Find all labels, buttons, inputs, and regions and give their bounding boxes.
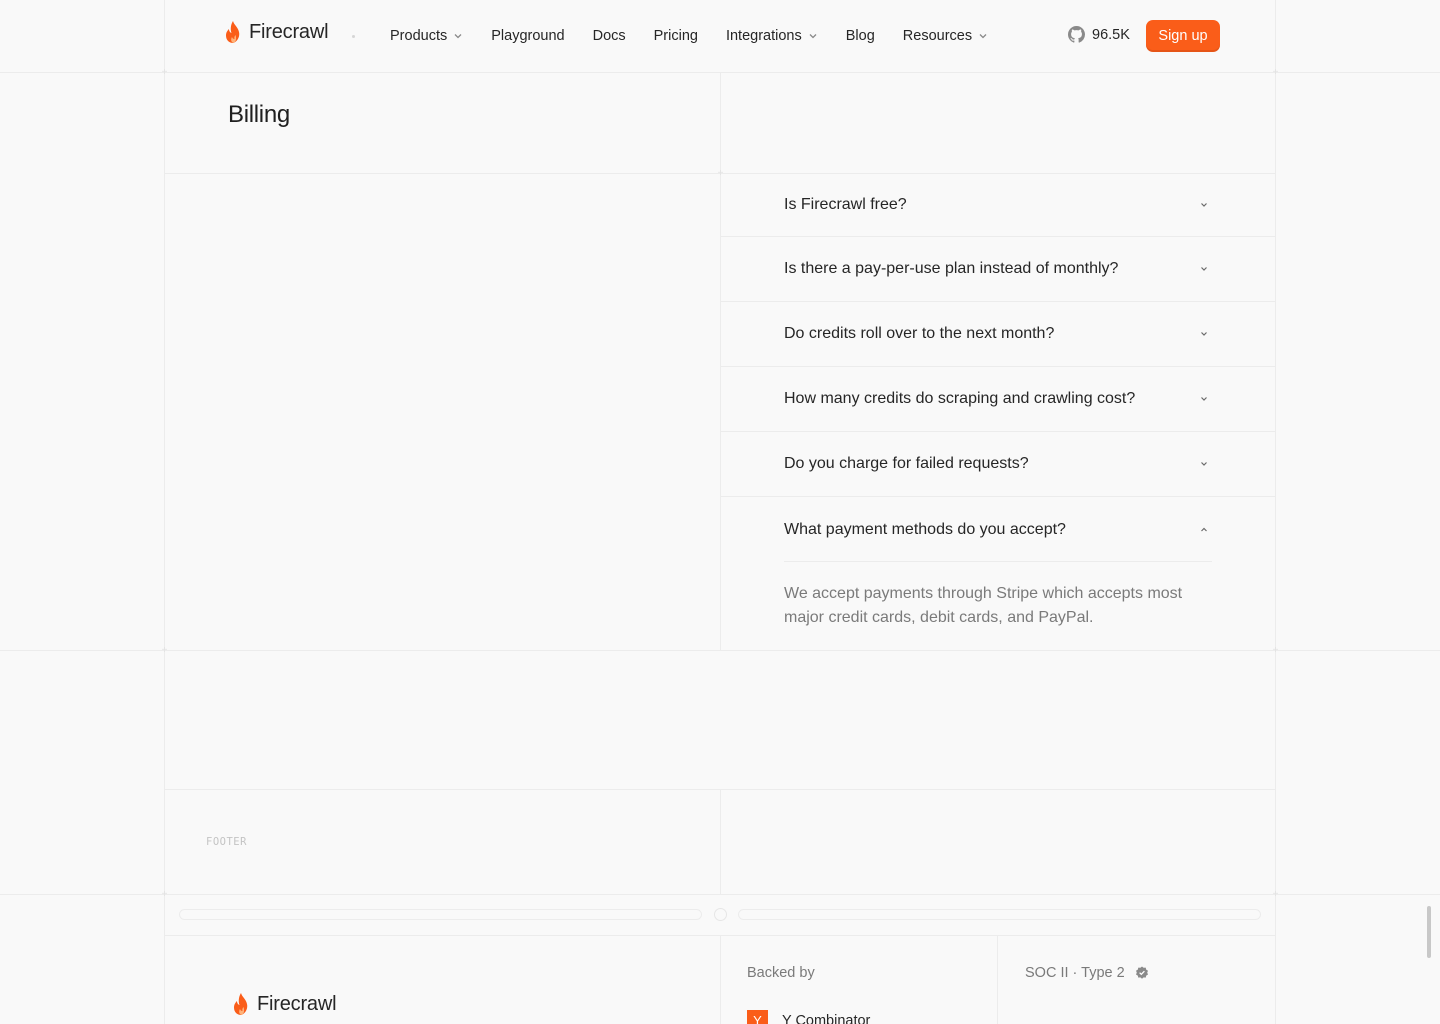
corner-mark: + [161, 645, 168, 656]
nav-item-products[interactable]: Products [390, 26, 463, 46]
divider [784, 561, 1212, 562]
footer-brand-logo[interactable]: Firecrawl [232, 992, 337, 1016]
chevron-down-icon [1201, 462, 1207, 466]
nav-item-pricing[interactable]: Pricing [654, 26, 698, 46]
nav-menu: Products Playground Docs Pricing Integra… [390, 26, 1016, 46]
divider [0, 894, 1440, 895]
nav-item-label: Resources [902, 28, 973, 44]
column-divider [997, 935, 998, 1024]
backed-by-label: Backed by [747, 965, 815, 981]
brand-name: Firecrawl [249, 20, 329, 43]
faq-item-expanded[interactable]: What payment methods do you accept? [721, 497, 1275, 562]
corner-mark: + [1272, 645, 1279, 656]
chevron-down-icon [809, 34, 817, 39]
faq-question: How many credits do scraping and crawlin… [784, 390, 1136, 407]
github-icon [1068, 26, 1085, 43]
nav-item-label: Docs [592, 28, 626, 44]
soc-label: SOC II · Type 2 [1025, 965, 1125, 981]
decorative-track [179, 909, 702, 920]
nav-item-label: Integrations [725, 28, 802, 44]
faq-item[interactable]: How many credits do scraping and crawlin… [721, 367, 1275, 432]
faq-question: Is there a pay-per-use plan instead of m… [784, 260, 1119, 277]
nav-item-label: Blog [845, 28, 875, 44]
decorative-track [738, 909, 1261, 920]
faq-question: Do credits roll over to the next month? [784, 325, 1055, 342]
nav-item-label: Products [390, 28, 448, 44]
faq-question: What payment methods do you accept? [784, 520, 1066, 538]
chevron-down-icon [1201, 332, 1207, 336]
decorative-knob [714, 908, 727, 921]
faq-answer: We accept payments through Stripe which … [784, 585, 1183, 626]
page-scrollbar[interactable] [1427, 906, 1431, 958]
divider [0, 650, 1440, 651]
sign-up-button[interactable]: Sign up [1146, 20, 1220, 52]
nav-item-docs[interactable]: Docs [593, 26, 626, 46]
faq-item[interactable]: Is Firecrawl free? [721, 174, 1275, 237]
chevron-down-icon [1201, 267, 1207, 271]
nav-item-resources[interactable]: Resources [903, 26, 988, 46]
faq-item[interactable]: Do you charge for failed requests? [721, 432, 1275, 497]
chevron-down-icon [1201, 203, 1207, 207]
section-title: Billing [228, 101, 290, 128]
corner-mark: + [1272, 889, 1279, 900]
soc-compliance: SOC II · Type 2 [1025, 965, 1149, 981]
github-star-count: 96.5K [1092, 26, 1130, 43]
footer-label: FOOTER [206, 836, 247, 848]
nav-item-label: Pricing [653, 28, 698, 44]
brand-name: Firecrawl [257, 992, 337, 1015]
nav-item-integrations[interactable]: Integrations [726, 26, 818, 46]
faq-question: Do you charge for failed requests? [784, 455, 1029, 472]
column-divider [720, 935, 721, 1024]
chevron-down-icon [454, 34, 462, 39]
corner-mark: + [161, 889, 168, 900]
nav-item-label: Playground [491, 28, 565, 44]
github-stars-link[interactable]: 96.5K [1068, 26, 1130, 43]
chevron-down-icon [979, 34, 987, 39]
flame-icon [226, 21, 240, 43]
y-combinator-link[interactable]: Y Y Combinator [747, 1010, 870, 1024]
brand-logo[interactable]: Firecrawl [224, 20, 329, 44]
nav-item-blog[interactable]: Blog [846, 26, 875, 46]
verified-badge-icon [1135, 966, 1148, 979]
top-nav: Firecrawl Products Playground Docs Prici… [164, 0, 1276, 72]
faq-list: Is Firecrawl free? Is there a pay-per-us… [721, 174, 1275, 626]
y-combinator-logo: Y [747, 1010, 768, 1024]
separator-dot [352, 35, 355, 38]
column-divider [720, 789, 721, 894]
chevron-down-icon [1201, 397, 1207, 401]
flame-icon [234, 993, 248, 1015]
faq-question: Is Firecrawl free? [784, 196, 907, 213]
y-combinator-name: Y Combinator [782, 1012, 871, 1024]
faq-item[interactable]: Do credits roll over to the next month? [721, 302, 1275, 367]
faq-item[interactable]: Is there a pay-per-use plan instead of m… [721, 237, 1275, 302]
nav-item-playground[interactable]: Playground [491, 26, 564, 46]
chevron-up-icon [1201, 527, 1207, 531]
